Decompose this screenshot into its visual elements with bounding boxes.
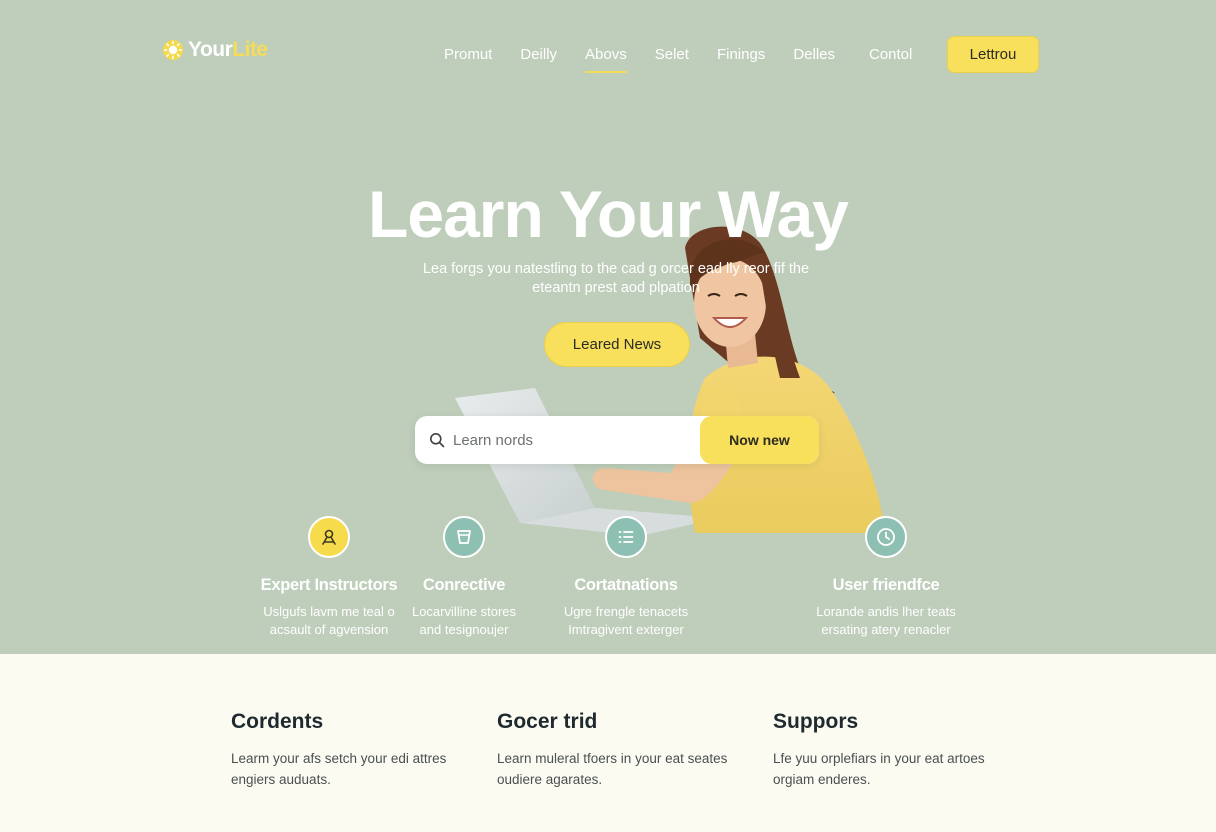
- search-input[interactable]: [453, 431, 683, 449]
- feature-description: Lorande andis lher teats ersating atery …: [791, 603, 981, 639]
- info-column-suppors: Suppors Lfe yuu orplefiars in your eat a…: [773, 710, 1023, 790]
- column-text-line: Lfe yuu orplefiars in your eat artoes: [773, 751, 985, 766]
- column-text-line: Learn muleral tfoers in your eat seates: [497, 751, 728, 766]
- column-text: Learm your afs setch your edi attres eng…: [231, 748, 481, 790]
- nav-item-finings[interactable]: Finings: [703, 46, 779, 63]
- clock-icon: [865, 516, 907, 558]
- column-text-line: orgiam enderes.: [773, 772, 871, 787]
- column-text: Lfe yuu orplefiars in your eat artoes or…: [773, 748, 1023, 790]
- feature-title: User friendfce: [832, 576, 940, 594]
- feature-description-line: Lorande andis lher teats: [816, 604, 956, 619]
- column-title: Cordents: [231, 710, 324, 733]
- column-title: Gocer trid: [497, 710, 598, 733]
- brand-logo[interactable]: YourLite: [162, 38, 268, 62]
- feature-description-line: Ugre frengle tenacets: [563, 604, 689, 619]
- hero-title: Learn Your Way: [368, 177, 849, 251]
- info-column-cordents: Cordents Learm your afs setch your edi a…: [231, 710, 481, 790]
- nav-item-promut[interactable]: Promut: [430, 46, 506, 63]
- column-text-line: oudiere agarates.: [497, 772, 603, 787]
- feature-user-friendfce: User friendfce Lorande andis lher teats …: [791, 516, 981, 639]
- feature-description: Ugre frengle tenacets Imtragivent exterg…: [531, 603, 721, 639]
- column-text-line: engiers auduats.: [231, 772, 331, 787]
- feature-description-line: Imtragivent exterger: [568, 622, 684, 637]
- nav-item-abovs[interactable]: Abovs: [571, 46, 641, 73]
- list-icon: [605, 516, 647, 558]
- nav-item-contol[interactable]: Contol: [855, 46, 926, 63]
- search-bar: Now new: [415, 416, 819, 464]
- instructor-icon: [308, 516, 350, 558]
- hero-subtitle-line: Lea forgs you natestling to the cad g or…: [422, 261, 810, 277]
- search-submit-button[interactable]: Now new: [700, 416, 819, 464]
- feature-cortatnations: Cortatnations Ugre frengle tenacets Imtr…: [531, 516, 721, 639]
- info-column-gocer-trid: Gocer trid Learn muleral tfoers in your …: [497, 710, 747, 790]
- feature-description-line: ersating atery renacler: [821, 622, 951, 637]
- sun-logo-icon: [163, 40, 183, 60]
- brand-name: YourLite: [188, 38, 268, 62]
- nav-item-selet[interactable]: Selet: [641, 46, 703, 63]
- column-text-line: Learm your afs setch your edi attres: [231, 751, 447, 766]
- brand-name-accent: Lite: [232, 38, 268, 61]
- cup-icon: [443, 516, 485, 558]
- brand-name-main: Your: [188, 38, 233, 61]
- hero-subtitle-line: eteantn prest aod plpation: [532, 280, 700, 296]
- nav-cta-button[interactable]: Lettrou: [947, 36, 1039, 73]
- column-text: Learn muleral tfoers in your eat seates …: [497, 748, 747, 790]
- column-title: Suppors: [773, 710, 859, 733]
- feature-title: Cortatnations: [574, 576, 678, 594]
- nav-item-delles[interactable]: Delles: [779, 46, 849, 63]
- nav-item-deilly[interactable]: Deilly: [506, 46, 571, 63]
- hero-cta-button[interactable]: Leared News: [544, 322, 690, 367]
- top-nav: Promut Deilly Abovs Selet Finings Delles…: [430, 36, 926, 73]
- search-icon: [430, 433, 445, 448]
- hero-section: YourLite Promut Deilly Abovs Selet Finin…: [0, 0, 1216, 654]
- hero-subtitle: Lea forgs you natestling to the cad g or…: [396, 260, 836, 298]
